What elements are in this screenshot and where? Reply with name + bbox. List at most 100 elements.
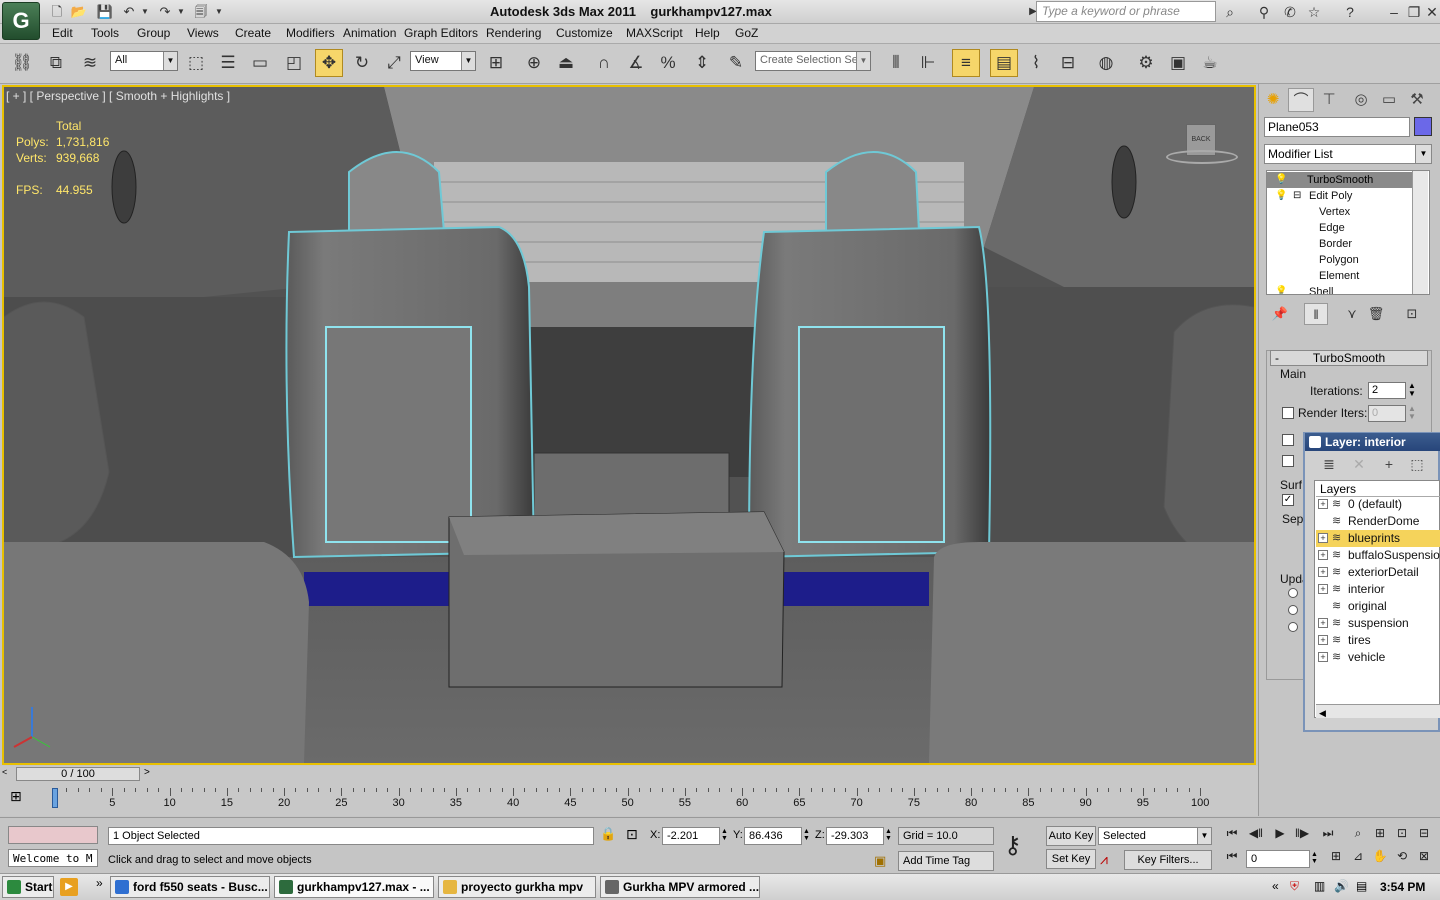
menu-maxscript[interactable]: MAXScript xyxy=(626,26,683,40)
orbit-icon[interactable]: ⟲ xyxy=(1392,849,1412,867)
current-frame-marker[interactable] xyxy=(52,788,58,808)
stack-item-polygon[interactable]: Polygon xyxy=(1267,252,1413,268)
expand-icon[interactable]: + xyxy=(1318,499,1328,509)
angle-snap-icon[interactable]: ∡ xyxy=(622,49,650,77)
menu-edit[interactable]: Edit xyxy=(52,26,73,40)
utilities-tab-icon[interactable]: ⚒ xyxy=(1404,88,1430,112)
layer-manager-icon[interactable]: ≡ xyxy=(952,49,980,77)
modify-tab-icon[interactable]: ⌒ xyxy=(1288,88,1314,112)
menu-views[interactable]: Views xyxy=(187,26,219,40)
rendered-frame-window-icon[interactable]: ▣ xyxy=(1164,49,1192,77)
rectangular-selection-icon[interactable]: ▭ xyxy=(246,49,274,77)
z-coordinate-field[interactable]: -29.303 xyxy=(826,827,884,845)
layer-row-blueprints[interactable]: + ≋ blueprints xyxy=(1316,530,1440,547)
stack-item-border[interactable]: Border xyxy=(1267,236,1413,252)
layer-window-title[interactable]: Layer: interior xyxy=(1305,433,1440,451)
layer-row-interior[interactable]: + ≋ interior xyxy=(1316,581,1440,598)
create-tab-icon[interactable]: ✺ xyxy=(1260,88,1286,112)
layer-row-suspension[interactable]: + ≋ suspension xyxy=(1316,615,1440,632)
task-folder[interactable]: proyecto gurkha mpv xyxy=(438,876,596,898)
key-mode-toggle-icon[interactable]: ⏮ xyxy=(1222,849,1242,867)
tray-volume-icon[interactable]: 🔊 xyxy=(1334,879,1349,893)
key-mode-dropdown[interactable]: Selected ▼ xyxy=(1098,827,1212,845)
search-input[interactable]: Type a keyword or phrase xyxy=(1036,1,1216,22)
absolute-mode-transform-icon[interactable]: ⊡ xyxy=(626,826,638,843)
edit-named-selection-icon[interactable]: ✎ xyxy=(722,49,750,77)
window-crossing-icon[interactable]: ◰ xyxy=(280,49,308,77)
stack-item-shell[interactable]: 💡 Shell xyxy=(1267,284,1413,294)
percent-snap-icon[interactable]: % xyxy=(654,49,682,77)
tray-network-icon[interactable]: ▥ xyxy=(1314,879,1325,893)
object-name-field[interactable]: Plane053 xyxy=(1264,117,1410,137)
select-by-name-icon[interactable]: ☰ xyxy=(214,49,242,77)
redo-icon[interactable]: ↷ xyxy=(156,3,174,21)
default-in-out-tangents-icon[interactable]: ⩘ xyxy=(1100,851,1108,868)
render-iters-checkbox[interactable] xyxy=(1282,407,1294,419)
quick-access-dropdown-icon[interactable]: ▼ xyxy=(214,3,224,21)
select-manipulate-icon[interactable]: ⊕ xyxy=(520,49,548,77)
select-and-rotate-icon[interactable]: ↻ xyxy=(348,49,376,77)
y-coordinate-field[interactable]: 86.436 xyxy=(744,827,802,845)
task-image-viewer[interactable]: Gurkha MPV armored ... xyxy=(600,876,760,898)
iterations-spinner[interactable]: 2 xyxy=(1368,382,1406,399)
play-icon[interactable]: ▶ xyxy=(1270,826,1290,844)
viewcube-ring[interactable] xyxy=(1166,150,1238,164)
stack-item-edge[interactable]: Edge xyxy=(1267,220,1413,236)
x-coordinate-field[interactable]: -2.201 xyxy=(662,827,720,845)
start-button[interactable]: Start xyxy=(2,876,54,898)
clock[interactable]: 3:54 PM xyxy=(1380,880,1425,894)
minimize-icon[interactable]: – xyxy=(1384,3,1404,21)
modifier-list-dropdown[interactable]: Modifier List ▼ xyxy=(1264,144,1432,164)
zoom-all-icon[interactable]: ⊞ xyxy=(1370,826,1390,844)
time-tag-icon[interactable]: ▣ xyxy=(874,853,886,869)
selection-filter-dropdown[interactable]: All ▼ xyxy=(110,51,178,71)
layers-header[interactable]: Layers xyxy=(1320,482,1356,496)
expand-icon[interactable]: + xyxy=(1318,635,1328,645)
spinner-arrows-icon[interactable]: ▲ ▼ xyxy=(721,828,728,842)
pin-stack-icon[interactable]: 📌 xyxy=(1268,303,1292,325)
add-to-layer-icon[interactable]: + xyxy=(1378,456,1400,476)
maxscript-mini-listener[interactable]: Welcome to M xyxy=(8,849,98,867)
key-filters-button[interactable]: Key Filters... xyxy=(1124,850,1212,870)
time-configuration-icon[interactable]: ⊞ xyxy=(1326,849,1346,867)
expand-icon[interactable]: + xyxy=(1318,550,1328,560)
spinner-arrows-icon[interactable]: ▲ ▼ xyxy=(885,828,892,842)
expand-icon[interactable]: + xyxy=(1318,567,1328,577)
viewcube[interactable]: BACK xyxy=(1166,124,1238,166)
task-browser[interactable]: ford f550 seats - Busc... xyxy=(110,876,270,898)
menu-tools[interactable]: Tools xyxy=(91,26,119,40)
stack-item-vertex[interactable]: Vertex xyxy=(1267,204,1413,220)
modifier-stack[interactable]: 💡 TurboSmooth 💡 ⊟ Edit Poly Vertex Edge Bor… xyxy=(1266,170,1430,295)
stack-item-element[interactable]: Element xyxy=(1267,268,1413,284)
auto-key-button[interactable]: Auto Key xyxy=(1046,826,1096,846)
layer-row-vehicle[interactable]: + ≋ vehicle xyxy=(1316,649,1440,666)
help-icon[interactable]: ? xyxy=(1340,3,1360,21)
select-and-move-icon[interactable]: ✥ xyxy=(315,49,343,77)
save-icon[interactable]: 💾 xyxy=(96,3,114,21)
curve-editor-icon[interactable]: ⌇ xyxy=(1022,49,1050,77)
time-slider-left-icon[interactable]: < xyxy=(2,767,7,777)
restore-icon[interactable]: ❐ xyxy=(1404,3,1424,21)
current-frame-field[interactable]: 0 xyxy=(1246,850,1310,868)
bind-space-warp-icon[interactable]: ≋ xyxy=(76,49,104,77)
spinner-arrows-icon[interactable]: ▲ ▼ xyxy=(1311,851,1318,865)
scroll-left-icon[interactable]: ◀ xyxy=(1316,708,1326,718)
select-highlighted-icon[interactable]: ⬚ xyxy=(1406,456,1428,476)
time-slider-right-icon[interactable]: > xyxy=(144,767,150,778)
selection-lock-icon[interactable]: 🔒 xyxy=(600,826,616,842)
stack-scrollbar[interactable] xyxy=(1412,171,1428,294)
update-when-rendering-radio[interactable] xyxy=(1288,605,1298,615)
named-selection-set-dropdown[interactable]: Create Selection Se ▼ xyxy=(755,51,871,71)
add-time-tag-button[interactable]: Add Time Tag xyxy=(898,851,994,871)
menu-animation[interactable]: Animation xyxy=(343,26,396,40)
update-manually-radio[interactable] xyxy=(1288,622,1298,632)
expand-icon[interactable]: + xyxy=(1318,533,1328,543)
bulb-icon[interactable]: 💡 xyxy=(1275,284,1287,294)
task-3dsmax[interactable]: gurkhampv127.max - ... xyxy=(274,876,434,898)
layer-row-default[interactable]: + ≋ 0 (default) xyxy=(1316,496,1440,513)
remove-modifier-icon[interactable]: 🗑 xyxy=(1364,303,1388,325)
display-tab-icon[interactable]: ▭ xyxy=(1376,88,1402,112)
pivot-center-icon[interactable]: ⊞ xyxy=(482,49,510,77)
menu-graph-editors[interactable]: Graph Editors xyxy=(404,26,478,40)
make-unique-icon[interactable]: ⋎ xyxy=(1340,303,1364,325)
